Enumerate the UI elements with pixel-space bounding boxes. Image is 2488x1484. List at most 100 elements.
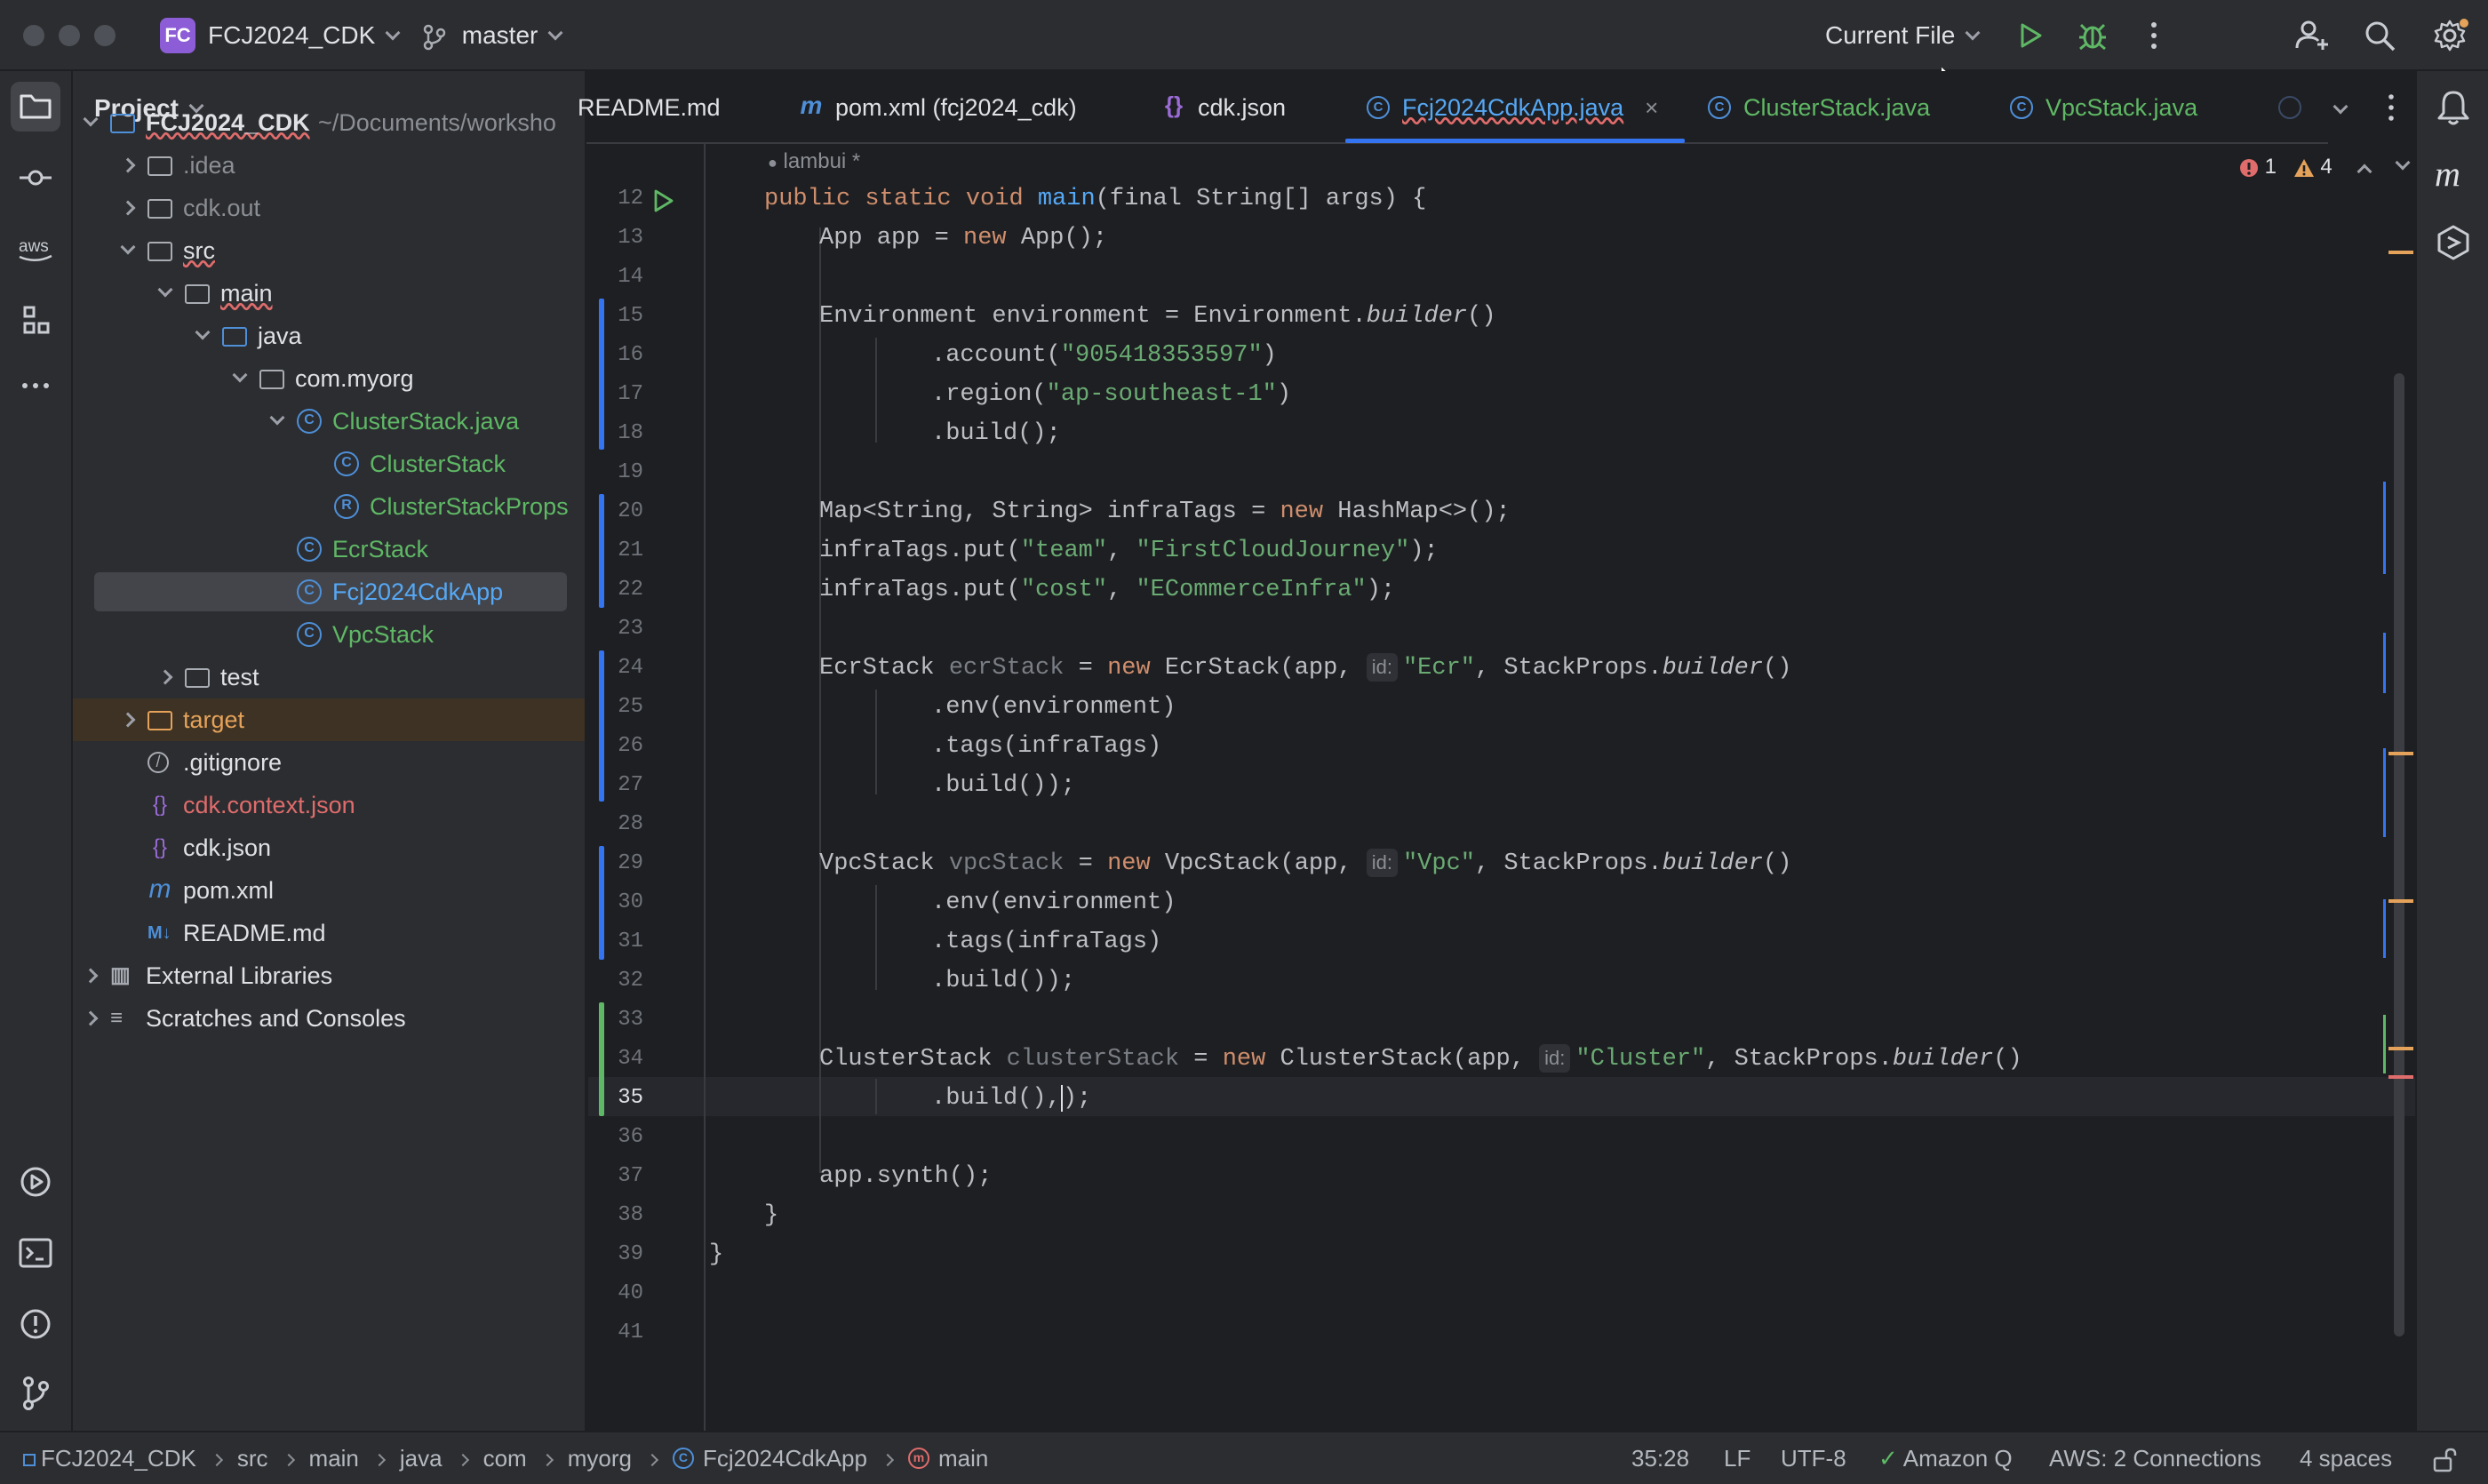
- line-number[interactable]: 33: [590, 1001, 643, 1040]
- tree-item[interactable]: target: [73, 698, 585, 741]
- structure-tool-button[interactable]: [11, 295, 60, 345]
- aws-q-icon[interactable]: [2435, 224, 2472, 261]
- line-number[interactable]: 37: [590, 1157, 643, 1196]
- terminal-tool-button[interactable]: [11, 1228, 60, 1278]
- breadcrumb-item[interactable]: main: [309, 1445, 359, 1472]
- file-encoding[interactable]: UTF-8: [1781, 1432, 1846, 1484]
- chevron-down-icon[interactable]: [195, 324, 211, 340]
- git-tool-button[interactable]: [11, 1368, 60, 1418]
- line-number[interactable]: 20: [590, 492, 643, 531]
- close-window-button[interactable]: [23, 25, 44, 46]
- breadcrumb-item[interactable]: java: [400, 1445, 443, 1472]
- line-number[interactable]: 28: [590, 805, 643, 844]
- more-tools-button[interactable]: [11, 361, 60, 411]
- settings-gear-icon[interactable]: [2433, 18, 2468, 53]
- chevron-right-icon[interactable]: [120, 200, 136, 216]
- line-number[interactable]: 22: [590, 570, 643, 610]
- line-number[interactable]: 30: [590, 883, 643, 922]
- branch-switcher[interactable]: master: [423, 20, 563, 52]
- tree-item[interactable]: R ClusterStackProps: [73, 485, 585, 528]
- breadcrumb-item[interactable]: Fcj2024CdkApp: [703, 1445, 867, 1472]
- tree-item[interactable]: src: [73, 229, 585, 272]
- breadcrumb-item[interactable]: src: [237, 1445, 268, 1472]
- line-number[interactable]: 17: [590, 375, 643, 414]
- chevron-right-icon[interactable]: [157, 669, 173, 685]
- tree-item[interactable]: m pom.xml: [73, 869, 585, 912]
- aws-toolkit-button[interactable]: aws: [11, 224, 60, 274]
- line-number[interactable]: 38: [590, 1196, 643, 1235]
- chevron-down-icon[interactable]: [2395, 155, 2411, 171]
- more-actions-icon[interactable]: [2145, 20, 2163, 52]
- chevron-down-icon[interactable]: [232, 367, 248, 383]
- maven-tool-icon[interactable]: m: [2435, 153, 2460, 195]
- notifications-bell-icon[interactable]: [2436, 89, 2470, 126]
- warning-stripe-mark[interactable]: [2388, 899, 2413, 903]
- line-number[interactable]: 18: [590, 414, 643, 453]
- line-number[interactable]: 27: [590, 766, 643, 805]
- add-user-icon[interactable]: [2294, 18, 2330, 53]
- tree-item[interactable]: ≡ Scratches and Consoles: [73, 997, 585, 1040]
- run-icon[interactable]: [2017, 21, 2044, 50]
- tab-fcj2024cdkapp[interactable]: C Fcj2024CdkApp.java ×: [1367, 71, 1658, 144]
- tab-clusterstack[interactable]: C ClusterStack.java: [1708, 71, 1930, 144]
- problems-widget[interactable]: 1 4: [2239, 153, 2411, 181]
- tree-item[interactable]: test: [73, 656, 585, 698]
- services-tool-button[interactable]: [11, 1157, 60, 1207]
- tree-item[interactable]: ▥ External Libraries: [73, 954, 585, 997]
- line-number[interactable]: 31: [590, 922, 643, 961]
- tree-item[interactable]: M↓ README.md: [73, 912, 585, 954]
- warning-stripe-mark[interactable]: [2388, 1047, 2413, 1050]
- minimize-window-button[interactable]: [59, 25, 80, 46]
- problems-tool-button[interactable]: [11, 1299, 60, 1349]
- line-number[interactable]: 21: [590, 531, 643, 570]
- line-number[interactable]: 12: [590, 180, 643, 219]
- line-number[interactable]: 13: [590, 219, 643, 258]
- editor-scrollbar[interactable]: [2394, 373, 2404, 1336]
- zoom-window-button[interactable]: [94, 25, 116, 46]
- tree-item[interactable]: .idea: [73, 144, 585, 187]
- line-number[interactable]: 16: [590, 336, 643, 375]
- warning-stripe-mark[interactable]: [2388, 752, 2413, 755]
- tree-item[interactable]: cdk.out: [73, 187, 585, 229]
- tab-pom-xml[interactable]: m pom.xml (fcj2024_cdk): [800, 71, 1077, 144]
- commit-tool-button[interactable]: [11, 153, 60, 203]
- debug-icon[interactable]: [2077, 20, 2108, 52]
- caret-position[interactable]: 35:28: [1631, 1432, 1689, 1484]
- tree-item[interactable]: C ClusterStack: [73, 443, 585, 485]
- chevron-right-icon[interactable]: [120, 712, 136, 728]
- tree-item[interactable]: C VpcStack: [73, 613, 585, 656]
- chevron-right-icon[interactable]: [83, 1010, 99, 1026]
- tab-list-chevron-icon[interactable]: [2332, 99, 2348, 115]
- project-switcher[interactable]: FCJ2024_CDK: [208, 20, 401, 52]
- indent-setting[interactable]: 4 spaces: [2300, 1432, 2392, 1484]
- line-number[interactable]: 36: [590, 1118, 643, 1157]
- chevron-down-icon[interactable]: [157, 282, 173, 298]
- line-number[interactable]: 26: [590, 727, 643, 766]
- line-number[interactable]: 24: [590, 649, 643, 688]
- chevron-right-icon[interactable]: [120, 157, 136, 173]
- breadcrumb-item[interactable]: FCJ2024_CDK: [41, 1445, 196, 1472]
- error-stripe-mark[interactable]: [2388, 1075, 2413, 1079]
- close-tab-icon[interactable]: ×: [1645, 94, 1658, 121]
- chevron-down-icon[interactable]: [120, 239, 136, 255]
- tree-item[interactable]: {} cdk.context.json: [73, 784, 585, 826]
- tree-item[interactable]: C ClusterStack.java: [73, 400, 585, 443]
- line-number[interactable]: 32: [590, 961, 643, 1001]
- breadcrumb-item[interactable]: com: [483, 1445, 527, 1472]
- line-number[interactable]: 25: [590, 688, 643, 727]
- tab-cdk-json[interactable]: {} cdk.json: [1162, 71, 1286, 144]
- tab-more-icon[interactable]: [2385, 92, 2397, 123]
- code-editor[interactable]: [586, 144, 2415, 1431]
- breadcrumb-item[interactable]: myorg: [568, 1445, 632, 1472]
- run-config-selector[interactable]: Current File: [1825, 20, 1981, 52]
- tree-item[interactable]: java: [73, 315, 585, 357]
- line-separator[interactable]: LF: [1724, 1432, 1750, 1484]
- line-number[interactable]: 35: [590, 1079, 643, 1118]
- tree-item[interactable]: C EcrStack: [73, 528, 585, 570]
- chevron-up-icon[interactable]: [2356, 164, 2372, 180]
- breadcrumb-item[interactable]: main: [938, 1445, 988, 1472]
- aws-connections[interactable]: AWS: 2 Connections: [2049, 1432, 2261, 1484]
- chevron-down-icon[interactable]: [83, 111, 99, 127]
- tab-readme[interactable]: README.md: [578, 71, 731, 144]
- line-number[interactable]: 29: [590, 844, 643, 883]
